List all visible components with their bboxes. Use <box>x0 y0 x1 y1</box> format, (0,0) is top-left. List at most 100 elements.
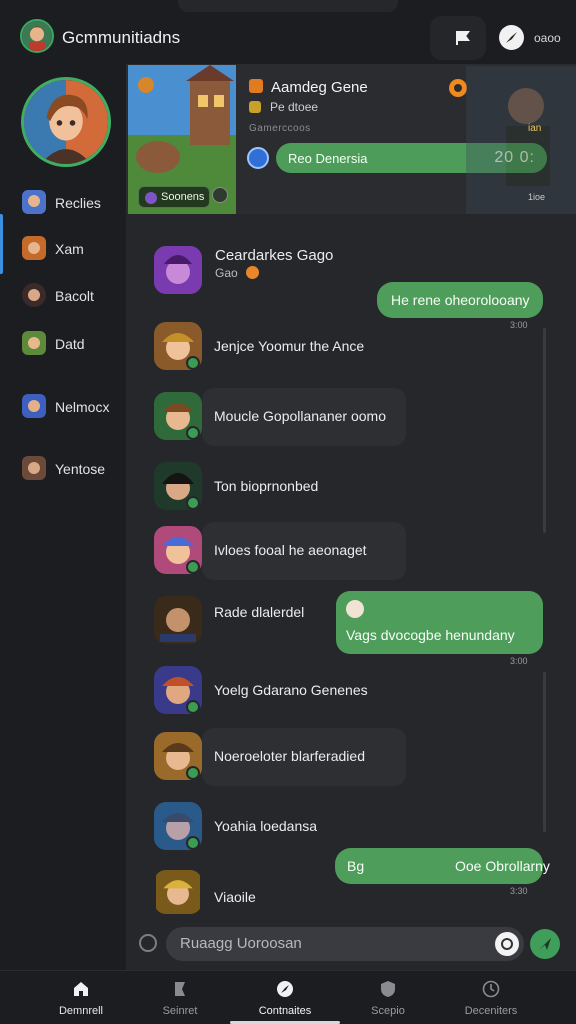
compass-icon <box>277 981 293 997</box>
sidebar-item-icon <box>22 236 46 260</box>
sidebar-item-icon <box>22 394 46 418</box>
sticker-icon <box>346 600 364 618</box>
sidebar-item-xam[interactable]: Xam <box>0 230 126 266</box>
online-badge <box>186 426 200 440</box>
banner-tag[interactable]: Soonens <box>138 186 210 208</box>
message-text: Yoahia loedansa <box>214 818 318 834</box>
outgoing-message-text: He rene oheorolooany <box>391 292 530 308</box>
game-title: Aamdeg Gene <box>271 79 368 96</box>
message-text: Yoelg Gdarano Genenes <box>214 682 368 698</box>
sidebar-item-label: Yentose <box>55 461 106 477</box>
nav-item-deceniters[interactable]: Deceniters <box>441 971 541 1024</box>
sidebar-item-label: Xam <box>55 241 84 257</box>
bottom-nav: Demnrell Seinret Contnaites Scepio Decen… <box>0 970 576 1024</box>
outgoing-message-text: Vags dvocogbe henundany <box>346 627 515 643</box>
nav-item-label: Seinret <box>162 1005 198 1017</box>
app-title: Gcmmunitiadns <box>62 28 181 47</box>
game-sub-icon <box>249 101 261 113</box>
list-item[interactable]: Viaoile <box>150 866 410 916</box>
message-time: 3:30 <box>510 886 528 896</box>
message-time: 3:00 <box>510 656 528 666</box>
sidebar-item-bacolt[interactable]: Bacolt <box>0 277 126 313</box>
flag-icon[interactable] <box>455 30 471 46</box>
message-text: Rade dlalerdel <box>214 604 305 620</box>
nav-item-contnaites[interactable]: Contnaites <box>235 971 335 1024</box>
sidebar-item-icon <box>22 283 46 307</box>
sidebar-item-icon <box>22 190 46 214</box>
ghost-label: ian <box>528 123 542 134</box>
banner-badge-icon <box>212 187 228 203</box>
list-item[interactable]: Noeroeloter blarferadied <box>150 728 410 788</box>
notch <box>178 0 398 12</box>
send-button[interactable] <box>530 929 560 959</box>
online-badge <box>186 700 200 714</box>
sidebar-item-icon <box>22 331 46 355</box>
sidebar-item-label: Reclies <box>55 195 101 211</box>
status-icon[interactable] <box>449 79 467 97</box>
game-subtitle: Pe dtoee <box>270 100 319 114</box>
message-input[interactable] <box>180 935 480 952</box>
list-item[interactable]: Ceardarkes Gago Gao <box>150 242 410 302</box>
emoji-icon[interactable] <box>495 932 519 956</box>
pill-label: Reo Denersia <box>288 151 368 166</box>
game-icon <box>249 79 263 93</box>
nav-item-scepio[interactable]: Scepio <box>338 971 438 1024</box>
compass-icon[interactable] <box>499 25 524 50</box>
nav-item-label: Demnrell <box>58 1005 103 1017</box>
card-title: Ceardarkes Gago <box>215 247 334 264</box>
message-text: Ivloes fooal he aeonaget <box>214 542 367 558</box>
card-sub: Gao <box>215 266 238 280</box>
chat-scrollbar-lower[interactable] <box>543 672 546 832</box>
sidebar-item-nelmocx[interactable]: Nelmocx <box>0 388 126 424</box>
list-item[interactable]: Yoelg Gdarano Genenes <box>150 662 410 722</box>
online-badge <box>186 496 200 510</box>
chat-scrollbar[interactable] <box>543 328 546 533</box>
nav-item-seinret[interactable]: Seinret <box>130 971 230 1024</box>
message-text: Jenjce Yoomur the Ance <box>214 338 365 354</box>
outgoing-message[interactable]: Vags dvocogbe henundany <box>336 591 543 654</box>
sidebar-item-datd[interactable]: Datd <box>0 325 126 361</box>
message-text: Ton bioprnonbed <box>214 478 319 494</box>
list-item[interactable]: Ivloes fooal he aeonaget <box>150 522 410 582</box>
message-text: Noeroeloter blarferadied <box>214 748 365 764</box>
message-text: Moucle Gopollananer oomo <box>214 408 386 424</box>
banner-tag-label: Soonens <box>161 191 205 203</box>
sidebar-item-icon <box>22 456 46 480</box>
sidebar-item-yentose[interactable]: Yentose <box>0 450 126 486</box>
online-badge <box>186 356 200 370</box>
message-time: 3:00 <box>510 320 528 330</box>
top-bar: Gcmmunitiadns oaoo <box>0 0 576 64</box>
profile-avatar[interactable] <box>20 19 54 53</box>
list-item[interactable]: Moucle Gopollananer oomo <box>150 388 410 448</box>
game-mode-icon[interactable] <box>247 147 269 169</box>
list-item[interactable]: Jenjce Yoomur the Ance <box>150 318 410 378</box>
tag-icon <box>145 192 157 204</box>
sidebar-item-reclies[interactable]: Reclies <box>0 184 126 220</box>
nav-item-label: Contnaites <box>258 1005 312 1017</box>
nav-item-home[interactable]: Demnrell <box>31 971 131 1024</box>
online-badge <box>186 766 200 780</box>
message-input-wrapper[interactable] <box>166 927 524 961</box>
outgoing-message-text: Ooe Obrollarny <box>455 858 550 874</box>
sidebar-item-label: Bacolt <box>55 288 94 304</box>
avatar <box>154 870 202 914</box>
mic-icon[interactable] <box>139 934 157 952</box>
nav-item-label: Deceniters <box>464 1005 518 1017</box>
reaction-icon <box>246 266 259 279</box>
outgoing-message[interactable]: He rene oheorolooany <box>377 282 543 318</box>
online-badge <box>186 836 200 850</box>
home-icon <box>74 982 88 996</box>
sidebar-item-label: Datd <box>55 336 85 352</box>
avatar <box>154 596 202 644</box>
list-item[interactable]: Ton bioprnonbed <box>150 458 410 518</box>
clock-icon <box>482 980 500 998</box>
message-text: Viaoile <box>214 889 256 905</box>
player-avatar[interactable] <box>21 77 111 167</box>
game-meta: Gamerccoos <box>249 123 311 134</box>
avatar <box>154 246 202 294</box>
ghost-label-secondary: 1ioe <box>528 192 546 202</box>
banner-icon <box>175 982 185 996</box>
shield-icon <box>381 981 395 997</box>
user-label: oaoo <box>534 31 561 45</box>
sidebar-item-label: Nelmocx <box>55 399 110 415</box>
